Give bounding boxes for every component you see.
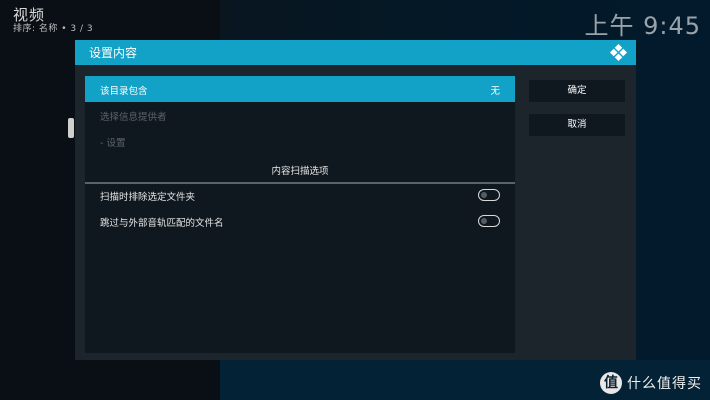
watermark-text: 什么值得买 <box>627 376 702 392</box>
dialog-titlebar: 设置内容 <box>75 40 636 65</box>
skip-audio-match-label: 跳过与外部音轨匹配的文件名 <box>100 218 224 229</box>
choose-provider-row[interactable]: 选择信息提供者 <box>85 102 515 128</box>
choose-provider-label: 选择信息提供者 <box>100 112 167 123</box>
kodi-logo-icon <box>609 43 628 62</box>
content-type-value: 无 <box>490 86 500 97</box>
provider-settings-row[interactable]: - 设置 <box>85 128 515 154</box>
set-content-dialog: 设置内容 该目录包含 无 选择信息提供者 - 设置 内容扫描选项 扫描时排除选定… <box>75 40 636 360</box>
exclude-folder-label: 扫描时排除选定文件夹 <box>100 192 196 203</box>
content-type-row[interactable]: 该目录包含 无 <box>85 76 515 102</box>
toggle-knob <box>481 217 487 224</box>
provider-settings-label: - 设置 <box>100 138 126 149</box>
dialog-title: 设置内容 <box>89 46 138 60</box>
clock: 上午 9:45 <box>584 12 701 40</box>
watermark-logo-icon: 值 <box>600 372 622 394</box>
content-type-label: 该目录包含 <box>100 86 148 97</box>
exclude-folder-option[interactable]: 扫描时排除选定文件夹 <box>85 182 515 208</box>
skip-audio-match-option[interactable]: 跳过与外部音轨匹配的文件名 <box>85 208 515 234</box>
settings-list: 该目录包含 无 选择信息提供者 - 设置 内容扫描选项 扫描时排除选定文件夹 跳… <box>85 76 515 353</box>
side-menu-handle[interactable] <box>68 118 74 138</box>
ok-button[interactable]: 确定 <box>529 80 625 102</box>
watermark: 值 什么值得买 <box>600 372 702 394</box>
cancel-button[interactable]: 取消 <box>529 114 625 136</box>
skip-audio-match-toggle[interactable] <box>478 215 500 227</box>
toggle-knob <box>481 191 487 198</box>
section-title: 内容扫描选项 <box>271 166 329 177</box>
exclude-folder-toggle[interactable] <box>478 189 500 201</box>
sort-info: 排序: 名称 • 3 / 3 <box>13 24 94 34</box>
